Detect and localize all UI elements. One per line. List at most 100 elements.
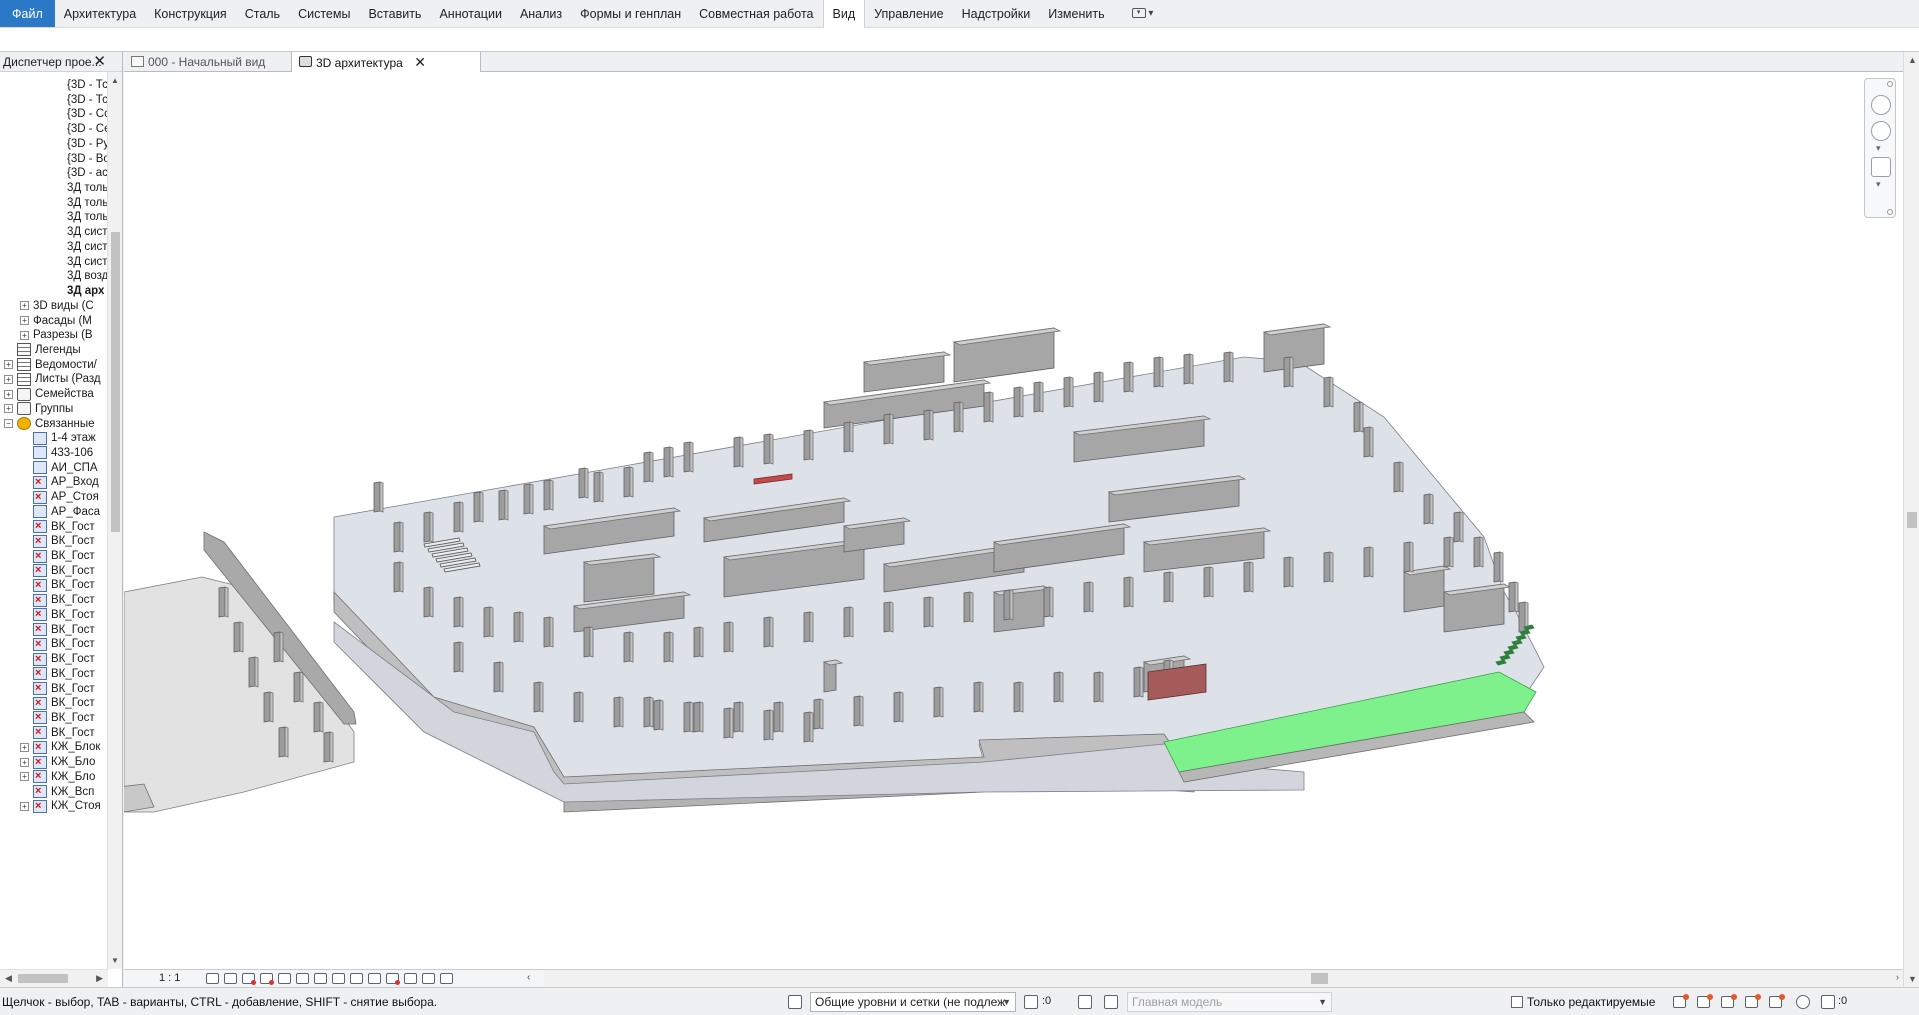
select-links-icon[interactable]	[1673, 994, 1689, 1009]
ribbon-tab[interactable]: Аннотации	[430, 0, 510, 27]
revit-link-unloaded-icon	[33, 488, 47, 506]
column	[723, 621, 731, 653]
zoom-region-icon[interactable]	[1871, 157, 1891, 177]
analytical-model-icon[interactable]	[404, 973, 417, 984]
expand-icon[interactable]: +	[20, 742, 29, 752]
select-underlay-icon[interactable]	[1697, 994, 1713, 1009]
tab-start-view[interactable]: 000 - Начальный вид	[124, 52, 286, 72]
expand-icon[interactable]: +	[4, 389, 13, 399]
scrollbar-thumb[interactable]	[1907, 512, 1917, 528]
column	[693, 701, 701, 733]
project-browser-close-icon[interactable]: ✕	[93, 52, 106, 70]
ribbon-tab[interactable]: Управление	[865, 0, 953, 27]
crop-view-icon[interactable]	[296, 973, 309, 984]
ribbon-tab[interactable]: Вид	[822, 0, 866, 28]
reveal-constraints-icon[interactable]	[440, 973, 453, 984]
browser-tree-item-label: КЖ_Бло	[51, 770, 96, 783]
status-bar: Щелчок - выбор, TAB - варианты, CTRL - д…	[0, 987, 1919, 1015]
browser-tree-item-label: 3Д возд	[67, 270, 108, 283]
expand-icon[interactable]: +	[4, 360, 13, 370]
ribbon-tab[interactable]: Анализ	[511, 0, 571, 27]
building-model-3d[interactable]	[124, 72, 1903, 969]
column	[883, 413, 891, 445]
highlight-displacement-icon[interactable]	[422, 973, 435, 984]
expand-icon[interactable]: +	[20, 801, 29, 811]
ribbon-tab[interactable]: Вставить	[359, 0, 430, 27]
ribbon-tab[interactable]: Совместная работа	[690, 0, 822, 27]
column-side	[1409, 541, 1414, 573]
collapse-icon[interactable]: −	[4, 419, 13, 429]
select-by-face-icon[interactable]	[1745, 994, 1761, 1009]
column-side	[729, 707, 734, 739]
project-browser-vertical-scrollbar[interactable]: ▲ ▼	[107, 72, 122, 969]
chevron-down-icon: ▼	[1002, 997, 1011, 1007]
ribbon-tab[interactable]: Конструкция	[145, 0, 236, 27]
shadows-icon[interactable]	[260, 973, 274, 985]
expand-icon[interactable]: +	[20, 772, 29, 782]
canvas-horizontal-scrollbar[interactable]: ›	[544, 970, 1903, 987]
scrollbar-thumb[interactable]	[111, 232, 120, 532]
scroll-left-icon[interactable]: ‹	[527, 972, 530, 983]
scroll-down-icon[interactable]: ▼	[111, 956, 119, 965]
drag-elements-icon[interactable]	[1769, 994, 1785, 1009]
steering-wheel-icon[interactable]	[1871, 121, 1891, 141]
temporary-view-properties-icon[interactable]	[386, 973, 400, 985]
browser-tree-item[interactable]: + КЖ_Стоя	[20, 797, 101, 815]
lock-3d-view-icon[interactable]	[332, 973, 345, 984]
ribbon-tab[interactable]: Формы и генплан	[571, 0, 690, 27]
expand-icon[interactable]: +	[4, 374, 13, 384]
sun-path-icon[interactable]	[242, 973, 256, 985]
temporary-hide-icon[interactable]	[350, 973, 363, 984]
column	[1363, 546, 1371, 578]
scrollbar-thumb[interactable]	[18, 974, 68, 983]
expand-icon[interactable]: +	[20, 315, 29, 325]
chevron-down-icon[interactable]: ▾	[1876, 179, 1881, 190]
scroll-left-icon[interactable]: ◀	[5, 973, 12, 984]
detail-level-icon[interactable]	[206, 973, 219, 984]
ribbon-tab[interactable]: Файл	[0, 0, 55, 27]
scroll-right-icon[interactable]: ▶	[96, 973, 103, 984]
editable-worksets-icon[interactable]	[1024, 995, 1038, 1009]
editable-only-checkbox[interactable]	[1511, 996, 1523, 1008]
scroll-up-icon[interactable]: ▲	[111, 76, 119, 85]
show-crop-region-icon[interactable]	[314, 973, 327, 984]
render-icon[interactable]	[278, 973, 291, 984]
view-cube-icon[interactable]	[1871, 95, 1891, 115]
chevron-down-icon[interactable]: ▾	[1876, 143, 1881, 154]
nav-bar-close-icon[interactable]	[1887, 81, 1893, 87]
ribbon-tab[interactable]: Надстройки	[953, 0, 1040, 27]
ribbon-tab[interactable]: Сталь	[236, 0, 289, 27]
exclude-options-icon[interactable]	[1104, 995, 1118, 1009]
expand-icon[interactable]: +	[4, 404, 13, 414]
expand-icon[interactable]: +	[20, 330, 29, 340]
3d-view-canvas[interactable]: ▾ ▾	[124, 72, 1903, 969]
scroll-down-icon[interactable]: ▼	[1908, 974, 1917, 984]
background-processes-icon[interactable]	[1796, 995, 1810, 1009]
scrollbar-thumb[interactable]	[1311, 973, 1328, 984]
ribbon-tab[interactable]: Изменить	[1039, 0, 1113, 27]
scroll-right-icon[interactable]: ›	[1896, 972, 1899, 982]
canvas-vertical-scrollbar[interactable]: ▲ ▼	[1903, 52, 1919, 987]
view-scale[interactable]: 1 : 1	[159, 972, 180, 984]
browser-tree-item-label: КЖ_Блок	[51, 741, 101, 754]
tab-3d-architecture[interactable]: 3D архитектура ✕	[291, 52, 481, 73]
tab-close-icon[interactable]: ✕	[414, 54, 426, 70]
active-workset-select[interactable]: Общие уровни и сетки (не подлеж ▼	[810, 992, 1016, 1012]
design-options-icon[interactable]	[1078, 995, 1092, 1009]
select-pinned-icon[interactable]	[1721, 994, 1737, 1009]
dropdown-panel-icon[interactable]: ▾ ▾	[1131, 0, 1153, 27]
visual-style-icon[interactable]	[224, 973, 237, 984]
reveal-hidden-icon[interactable]	[368, 973, 381, 984]
expand-icon[interactable]: +	[20, 301, 29, 311]
design-option-select[interactable]: Главная модель ▼	[1127, 992, 1332, 1012]
ribbon-tab[interactable]: Системы	[289, 0, 359, 27]
expand-icon[interactable]: +	[20, 757, 29, 767]
nav-bar-options-icon[interactable]	[1887, 209, 1893, 215]
worksets-icon[interactable]	[788, 995, 802, 1009]
column	[1443, 536, 1451, 568]
column-side	[1009, 589, 1014, 621]
filter-icon[interactable]	[1821, 995, 1835, 1009]
project-browser-horizontal-scrollbar[interactable]: ◀ ▶	[0, 969, 108, 987]
scroll-up-icon[interactable]: ▲	[1908, 55, 1917, 65]
ribbon-tab[interactable]: Архитектура	[55, 0, 145, 27]
